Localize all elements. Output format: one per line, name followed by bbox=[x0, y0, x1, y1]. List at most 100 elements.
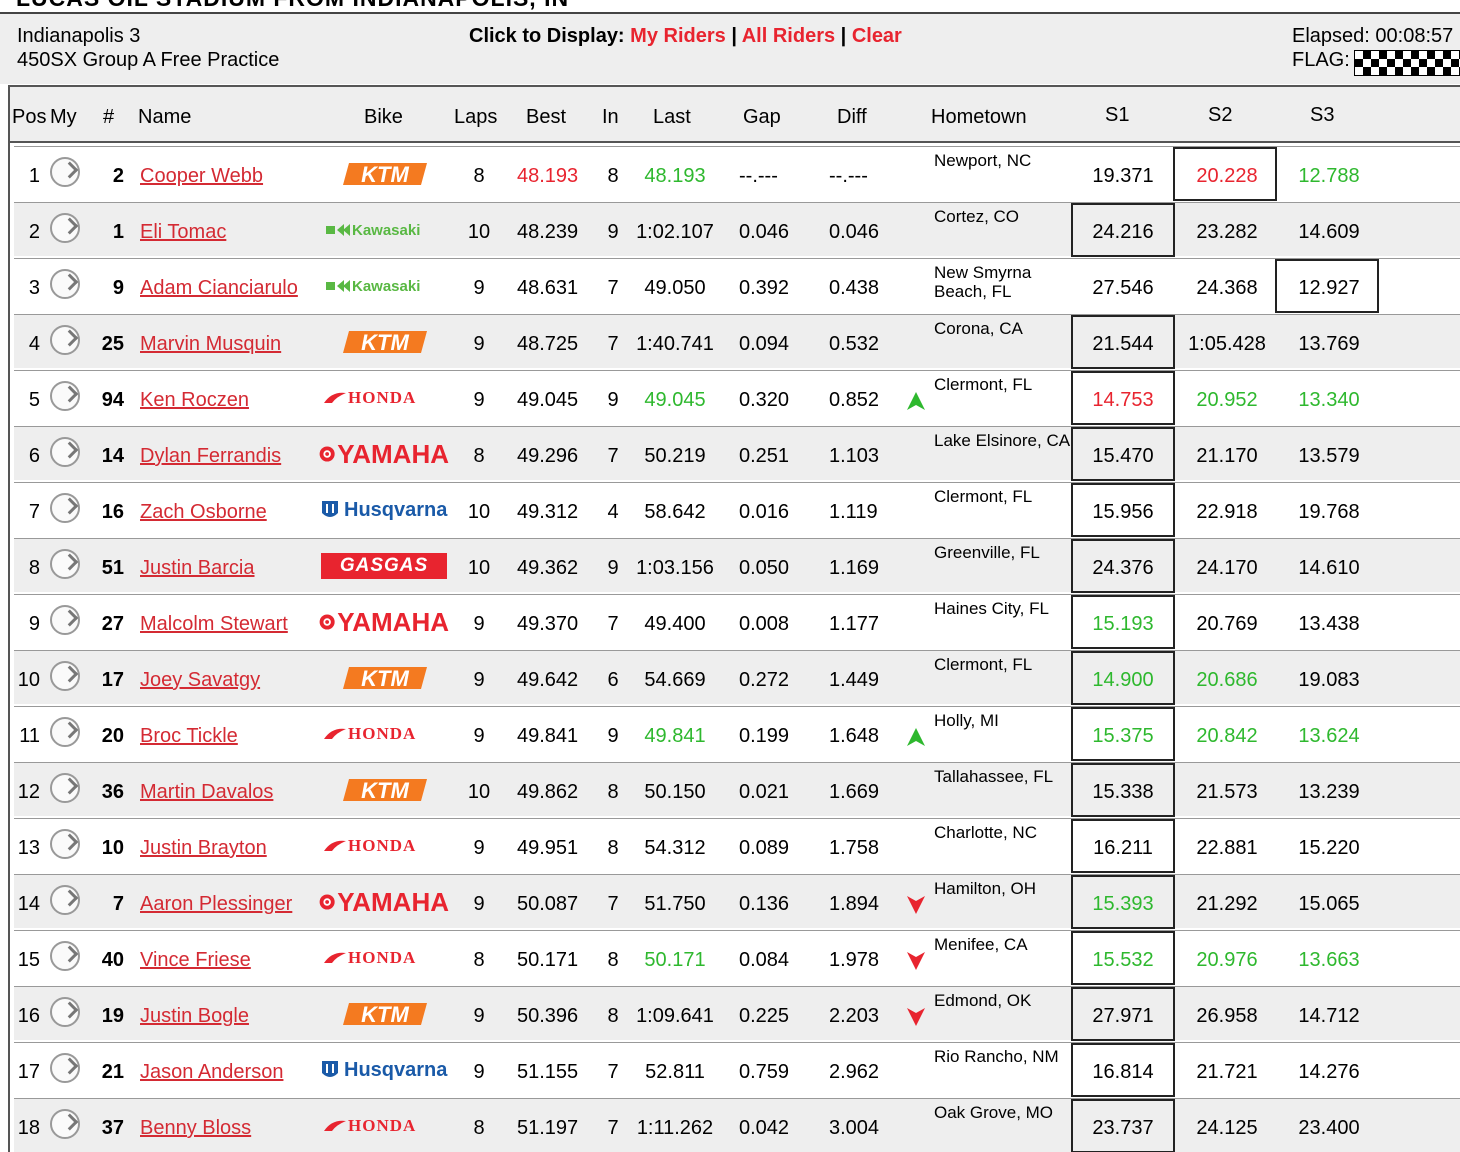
last-lap: 1:40.741 bbox=[636, 333, 714, 355]
rider-detail-arrow-icon[interactable] bbox=[50, 213, 80, 243]
col-laps[interactable]: Laps bbox=[454, 105, 497, 129]
laps-value: 9 bbox=[473, 333, 485, 355]
position-down-arrow-icon bbox=[906, 951, 926, 971]
rider-detail-arrow-icon[interactable] bbox=[50, 885, 80, 915]
best-lap-number: 9 bbox=[607, 389, 619, 411]
sector-2-time: 23.282 bbox=[1196, 221, 1258, 243]
rider-name-link[interactable]: Malcolm Stewart bbox=[140, 612, 288, 636]
rider-name-link[interactable]: Dylan Ferrandis bbox=[140, 444, 281, 468]
col-my[interactable]: My bbox=[50, 105, 77, 129]
rider-detail-arrow-icon[interactable] bbox=[50, 717, 80, 747]
ktm-logo-icon: KTM bbox=[341, 663, 429, 693]
diff-value: 1.177 bbox=[829, 613, 880, 635]
bike-brand: YAMAHA bbox=[337, 886, 449, 917]
rider-detail-arrow-icon[interactable] bbox=[50, 549, 80, 579]
last-lap: 1:11.262 bbox=[636, 1117, 714, 1139]
rider-name-link[interactable]: Joey Savatgy bbox=[140, 668, 260, 692]
hometown: Corona, CA bbox=[934, 319, 1023, 338]
col-gap[interactable]: Gap bbox=[743, 105, 781, 129]
rider-name-link[interactable]: Martin Davalos bbox=[140, 780, 273, 804]
col-bike[interactable]: Bike bbox=[364, 105, 403, 129]
col-s1[interactable]: S1 bbox=[1105, 103, 1129, 127]
sector-2-time: 20.842 bbox=[1196, 725, 1258, 747]
rider-name-link[interactable]: Justin Brayton bbox=[140, 836, 267, 860]
col-in[interactable]: In bbox=[602, 105, 619, 129]
col-num[interactable]: # bbox=[103, 105, 114, 129]
svg-text:KTM: KTM bbox=[361, 330, 409, 355]
diff-value: 1.669 bbox=[829, 781, 880, 803]
rider-name-link[interactable]: Marvin Musquin bbox=[140, 332, 281, 356]
rider-detail-arrow-icon[interactable] bbox=[50, 157, 80, 187]
col-hometown[interactable]: Hometown bbox=[931, 105, 1027, 129]
best-lap-number: 7 bbox=[607, 1061, 619, 1083]
all-riders-link[interactable]: All Riders bbox=[742, 25, 835, 47]
col-diff[interactable]: Diff bbox=[837, 105, 867, 129]
rider-detail-arrow-icon[interactable] bbox=[50, 661, 80, 691]
rider-name-link[interactable]: Vince Friese bbox=[140, 948, 251, 972]
rider-name-link[interactable]: Benny Bloss bbox=[140, 1116, 251, 1140]
hometown: Edmond, OK bbox=[934, 991, 1032, 1010]
hometown: Charlotte, NC bbox=[934, 823, 1037, 842]
rider-name-link[interactable]: Cooper Webb bbox=[140, 164, 263, 188]
rider-name-link[interactable]: Justin Bogle bbox=[140, 1004, 249, 1028]
rider-detail-arrow-icon[interactable] bbox=[50, 437, 80, 467]
bike-brand: Husqvarna bbox=[344, 498, 448, 521]
best-lap: 51.197 bbox=[517, 1117, 579, 1139]
separator: | bbox=[725, 25, 742, 47]
hometown: Hamilton, OH bbox=[934, 879, 1037, 898]
sector-2-time: 21.170 bbox=[1196, 445, 1258, 467]
rider-detail-arrow-icon[interactable] bbox=[50, 829, 80, 859]
best-lap-number: 9 bbox=[607, 725, 619, 747]
rider-detail-arrow-icon[interactable] bbox=[50, 381, 80, 411]
hometown: Rio Rancho, NM bbox=[934, 1047, 1059, 1066]
rider-name-link[interactable]: Adam Cianciarulo bbox=[140, 276, 298, 300]
table-row: 15 40 Vince Friese HONDA 8 50.171 8 50.171 0.084… bbox=[14, 930, 1460, 985]
rider-detail-arrow-icon[interactable] bbox=[50, 493, 80, 523]
rider-name-link[interactable]: Eli Tomac bbox=[140, 220, 226, 244]
rider-name-link[interactable]: Aaron Plessinger bbox=[140, 892, 292, 916]
elapsed-time: Elapsed: 00:08:57 bbox=[1292, 24, 1453, 48]
bike-brand: HONDA bbox=[348, 724, 417, 743]
col-pos[interactable]: Pos bbox=[12, 105, 46, 129]
col-name[interactable]: Name bbox=[138, 105, 191, 129]
results-table: Pos My # Name Bike Laps Best In Last Gap… bbox=[8, 85, 1460, 1152]
row-position: 2 bbox=[28, 221, 40, 243]
rider-name-link[interactable]: Broc Tickle bbox=[140, 724, 238, 748]
rider-number: 9 bbox=[112, 277, 124, 299]
last-lap: 1:02.107 bbox=[636, 221, 714, 243]
display-label: Click to Display: bbox=[469, 25, 625, 47]
rider-name-link[interactable]: Jason Anderson bbox=[140, 1060, 283, 1084]
gap-value: 0.759 bbox=[739, 1061, 790, 1083]
rider-detail-arrow-icon[interactable] bbox=[50, 997, 80, 1027]
my-riders-link[interactable]: My Riders bbox=[630, 25, 726, 47]
col-last[interactable]: Last bbox=[653, 105, 691, 129]
bike-brand: HONDA bbox=[348, 836, 417, 855]
diff-value: 1.449 bbox=[829, 669, 880, 691]
rider-detail-arrow-icon[interactable] bbox=[50, 773, 80, 803]
rider-detail-arrow-icon[interactable] bbox=[50, 325, 80, 355]
col-s3[interactable]: S3 bbox=[1310, 103, 1334, 127]
ktm-logo-icon: KTM bbox=[341, 775, 429, 805]
diff-value: 1.103 bbox=[829, 445, 880, 467]
last-lap: 49.400 bbox=[644, 613, 706, 635]
rider-name-link[interactable]: Justin Barcia bbox=[140, 556, 255, 580]
rider-number: 2 bbox=[112, 165, 124, 187]
separator: | bbox=[835, 25, 852, 47]
rider-detail-arrow-icon[interactable] bbox=[50, 1109, 80, 1139]
rider-detail-arrow-icon[interactable] bbox=[50, 941, 80, 971]
col-best[interactable]: Best bbox=[526, 105, 566, 129]
svg-text:KTM: KTM bbox=[361, 162, 409, 187]
yamaha-logo-icon: YAMAHA bbox=[319, 607, 449, 637]
gasgas-logo-icon: GASGAS bbox=[321, 553, 447, 579]
clear-link[interactable]: Clear bbox=[852, 25, 902, 47]
diff-value: 0.046 bbox=[829, 221, 880, 243]
col-s2[interactable]: S2 bbox=[1208, 103, 1232, 127]
sector-1-time: 24.216 bbox=[1092, 221, 1154, 243]
rider-detail-arrow-icon[interactable] bbox=[50, 605, 80, 635]
rider-detail-arrow-icon[interactable] bbox=[50, 1053, 80, 1083]
rider-name-link[interactable]: Zach Osborne bbox=[140, 500, 267, 524]
rider-detail-arrow-icon[interactable] bbox=[50, 269, 80, 299]
rider-name-link[interactable]: Ken Roczen bbox=[140, 388, 249, 412]
laps-value: 9 bbox=[473, 1061, 485, 1083]
last-lap: 54.312 bbox=[644, 837, 706, 859]
